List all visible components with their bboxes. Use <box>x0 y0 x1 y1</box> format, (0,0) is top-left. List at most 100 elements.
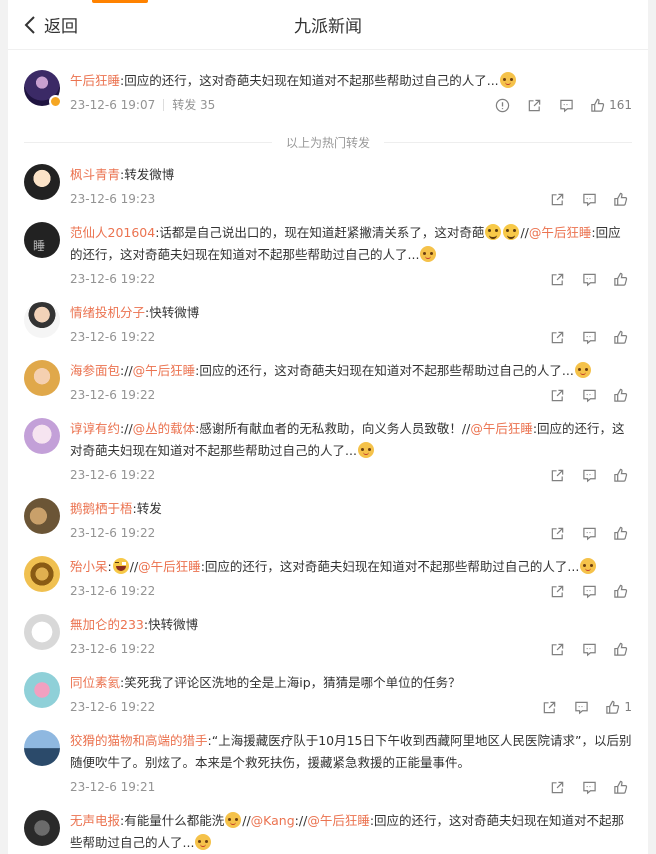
comment-button[interactable] <box>573 384 605 406</box>
avatar[interactable] <box>24 164 60 200</box>
avatar[interactable] <box>24 614 60 650</box>
comment-button[interactable] <box>573 522 605 544</box>
user-name[interactable]: 枫斗青青 <box>70 167 120 182</box>
comment-button[interactable] <box>573 268 605 290</box>
repost-text: 無加仑的233:快转微博 <box>70 614 632 636</box>
avatar[interactable] <box>24 672 60 708</box>
weibo-repost-page: 返回 九派新闻 午后狂睡 :回应的还行，这对奇葩夫妇现在知道对不起那些帮助过自己的… <box>8 0 648 854</box>
avatar[interactable] <box>24 70 62 108</box>
mention-link[interactable]: @午后狂睡 <box>529 225 592 240</box>
like-button[interactable] <box>605 522 632 544</box>
share-button[interactable] <box>541 580 573 602</box>
share-button[interactable] <box>541 522 573 544</box>
like-button[interactable] <box>605 638 632 660</box>
comment-button[interactable] <box>573 580 605 602</box>
action-bar: 1 <box>533 696 632 718</box>
like-button[interactable] <box>605 384 632 406</box>
mention-link[interactable]: @午后狂睡 <box>470 421 533 436</box>
comment-button[interactable] <box>573 188 605 210</box>
timestamp: 23-12-6 19:22 <box>70 584 156 598</box>
user-name[interactable]: 鹅鹅栖于梧 <box>70 501 133 516</box>
share-button[interactable] <box>518 94 550 116</box>
avatar[interactable] <box>24 418 60 454</box>
share-button[interactable] <box>541 268 573 290</box>
share-button[interactable] <box>541 188 573 210</box>
share-button[interactable] <box>541 776 573 798</box>
like-button[interactable] <box>605 464 632 486</box>
comment-button[interactable] <box>573 776 605 798</box>
share-button[interactable] <box>541 638 573 660</box>
mention-link[interactable]: @午后狂睡 <box>133 363 196 378</box>
comment-button[interactable] <box>550 94 582 116</box>
repost-content: :// <box>294 813 308 828</box>
cat-emoji-icon <box>195 834 212 850</box>
mention-link[interactable]: @丛的载体 <box>133 421 196 436</box>
comment-button[interactable] <box>573 464 605 486</box>
share-button[interactable] <box>541 384 573 406</box>
laugh-emoji-icon <box>112 558 129 574</box>
timestamp: 23-12-6 19:22 <box>70 272 156 286</box>
comment-icon <box>582 585 596 598</box>
repost-text: 谆谆有约://@丛的载体:感谢所有献血者的无私救助，向义务人员致敬！//@午后狂… <box>70 418 632 462</box>
mention-link[interactable]: @Kang <box>251 813 295 828</box>
user-name[interactable]: 范仙人201604 <box>70 225 155 240</box>
back-button[interactable]: 返回 <box>24 12 78 37</box>
repost-meta: 23-12-6 19:22 <box>70 268 632 290</box>
user-name[interactable]: 午后狂睡 <box>70 73 120 88</box>
user-name[interactable]: 情绪投机分子 <box>70 305 145 320</box>
user-name[interactable]: 谆谆有约 <box>70 421 120 436</box>
avatar[interactable] <box>24 360 60 396</box>
tab-indicator <box>92 0 148 3</box>
report-button[interactable] <box>486 94 518 116</box>
forward-count[interactable]: 转发 35 <box>163 99 215 111</box>
action-bar <box>541 268 632 290</box>
user-name[interactable]: 海参面包 <box>70 363 120 378</box>
user-name[interactable]: 同位素氦 <box>70 675 120 690</box>
divider-label: 以上为热门转发 <box>286 135 371 150</box>
avatar[interactable] <box>24 498 60 534</box>
comment-icon <box>582 469 596 482</box>
timestamp: 23-12-6 19:21 <box>70 780 156 794</box>
timestamp: 23-12-6 19:22 <box>70 468 156 482</box>
comment-button[interactable] <box>573 638 605 660</box>
share-icon <box>551 527 563 539</box>
verified-badge-icon <box>49 95 62 108</box>
like-button[interactable] <box>605 188 632 210</box>
like-button[interactable]: 1 <box>597 696 632 718</box>
repost-content: // <box>520 225 529 240</box>
comment-button[interactable] <box>565 696 597 718</box>
comment-icon <box>582 643 596 656</box>
share-icon <box>551 643 563 655</box>
like-button[interactable] <box>605 776 632 798</box>
repost-item: 殆小呆: //@午后狂睡:回应的还行，这对奇葩夫妇现在知道对不起那些帮助过自己的人… <box>8 544 648 602</box>
like-button[interactable] <box>605 326 632 348</box>
page-title: 九派新闻 <box>294 17 362 37</box>
share-button[interactable] <box>533 696 565 718</box>
like-button[interactable] <box>605 580 632 602</box>
thumbs-up-icon <box>614 642 628 656</box>
avatar[interactable] <box>24 302 60 338</box>
thumbs-up-icon <box>614 272 628 286</box>
thumbs-up-icon <box>614 388 628 402</box>
thumbs-up-icon <box>614 584 628 598</box>
comment-button[interactable] <box>573 326 605 348</box>
mention-link[interactable]: @午后狂睡 <box>138 559 201 574</box>
thumbs-up-icon <box>614 192 628 206</box>
repost-content: :回应的还行，这对奇葩夫妇现在知道对不起那些帮助过自己的人了... <box>200 559 580 574</box>
comment-icon <box>582 781 596 794</box>
avatar[interactable] <box>24 730 60 766</box>
avatar[interactable] <box>24 222 60 258</box>
share-button[interactable] <box>541 326 573 348</box>
mention-link[interactable]: @午后狂睡 <box>307 813 370 828</box>
avatar[interactable] <box>24 810 60 846</box>
like-button[interactable] <box>605 268 632 290</box>
like-button[interactable]: 161 <box>582 94 632 116</box>
comment-icon <box>582 331 596 344</box>
user-name[interactable]: 無加仑的233 <box>70 617 144 632</box>
user-name[interactable]: 狡猾的猫物和高端的猎手 <box>70 733 208 748</box>
user-name[interactable]: 殆小呆 <box>70 559 108 574</box>
avatar[interactable] <box>24 556 60 592</box>
share-button[interactable] <box>541 464 573 486</box>
action-bar <box>541 384 632 406</box>
user-name[interactable]: 无声电报 <box>70 813 120 828</box>
